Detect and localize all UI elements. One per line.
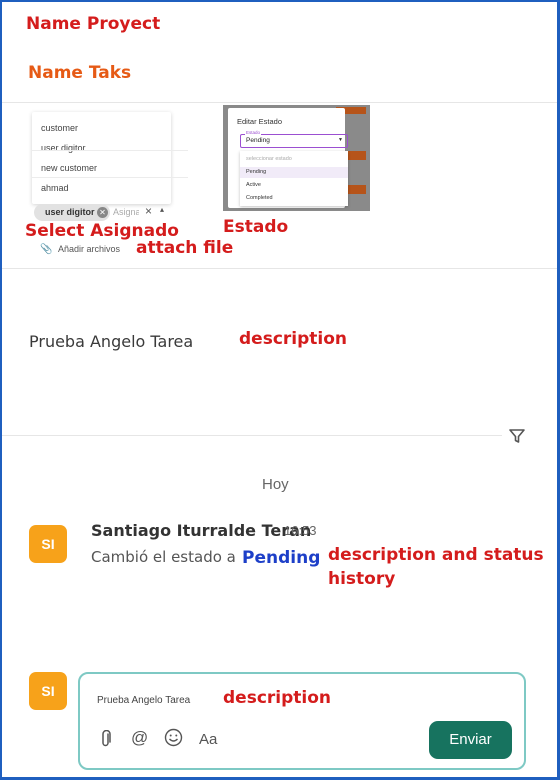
filter-icon[interactable]: [508, 427, 526, 445]
annotation-pending: Pending: [242, 548, 321, 568]
history-user-name: Santiago Iturralde Teran: [91, 521, 312, 540]
annotation-estado: Estado: [223, 217, 289, 237]
caret-up-icon[interactable]: ▴: [160, 205, 164, 214]
modal-title: Editar Estado: [237, 117, 283, 126]
estado-option[interactable]: Pending: [246, 169, 266, 175]
estado-modal-screenshot: Editar Estado Estado Pending ▼ seleccion…: [223, 105, 370, 211]
composer-input[interactable]: Prueba Angelo Tarea: [97, 695, 190, 706]
estado-option[interactable]: Active: [246, 182, 261, 188]
annotation-name-task: Name Taks: [28, 63, 132, 83]
estado-select[interactable]: Estado Pending ▼: [240, 130, 348, 148]
assignee-select[interactable]: user digitor ✕ Asignado × ▴: [32, 204, 182, 222]
description-text[interactable]: Prueba Angelo Tarea: [29, 332, 193, 351]
caret-down-icon: ▼: [338, 137, 343, 143]
estado-options-list: seleccionar estado Pending Active Comple…: [240, 151, 348, 206]
divider: [2, 102, 557, 103]
estado-select-value: Pending: [246, 137, 270, 144]
history-text: Cambió el estado a: [91, 548, 236, 566]
attach-files-label: Añadir archivos: [57, 244, 120, 254]
annotation-name-project: Name Proyect: [26, 14, 161, 34]
status-tag: [346, 151, 366, 160]
assignee-dropdown-menu: customer user digitor new customer ahmad: [32, 112, 171, 204]
estado-option[interactable]: Completed: [246, 195, 273, 201]
assignee-placeholder: Asignado: [113, 207, 139, 217]
history-time: 16:53: [284, 523, 317, 538]
divider: [2, 268, 557, 269]
day-label: Hoy: [262, 476, 289, 493]
estado-select-label: Estado: [245, 130, 262, 135]
avatar: SI: [29, 525, 67, 563]
divider: [32, 177, 188, 178]
annotation-attach-file: attach file: [136, 238, 234, 258]
assignee-option[interactable]: new customer: [41, 163, 97, 173]
assignee-option[interactable]: customer: [41, 123, 78, 133]
assignee-chip-label: user digitor: [45, 207, 95, 217]
divider: [32, 150, 188, 151]
annotation-description: description: [223, 688, 332, 708]
clear-icon[interactable]: ×: [145, 204, 152, 218]
assignee-option[interactable]: ahmad: [41, 183, 69, 193]
annotation-description: description: [239, 329, 348, 349]
paperclip-icon: 📎: [40, 244, 53, 255]
estado-option[interactable]: seleccionar estado: [246, 156, 292, 162]
attach-files-button[interactable]: 📎 Añadir archivos: [40, 244, 120, 255]
text-format-icon[interactable]: Aa: [199, 731, 217, 748]
assignee-chip[interactable]: user digitor ✕: [34, 204, 110, 221]
composer-avatar: SI: [29, 672, 67, 710]
emoji-icon[interactable]: [164, 728, 183, 752]
paperclip-icon[interactable]: [100, 729, 112, 753]
at-icon[interactable]: @: [131, 728, 148, 748]
chip-remove-icon[interactable]: ✕: [97, 207, 108, 218]
comment-composer[interactable]: Prueba Angelo Tarea @ Aa Enviar: [78, 672, 526, 770]
screenshot-frame: Name Proyect Name Taks customer user dig…: [0, 0, 560, 780]
annotation-history-line1: description and status: [328, 545, 544, 565]
assignee-option[interactable]: user digitor: [41, 143, 86, 153]
send-button[interactable]: Enviar: [429, 721, 512, 759]
annotation-history-line2: history: [328, 569, 396, 589]
estado-modal: Editar Estado Estado Pending ▼ seleccion…: [228, 108, 348, 208]
status-tag: [346, 185, 366, 194]
divider: [2, 435, 502, 436]
